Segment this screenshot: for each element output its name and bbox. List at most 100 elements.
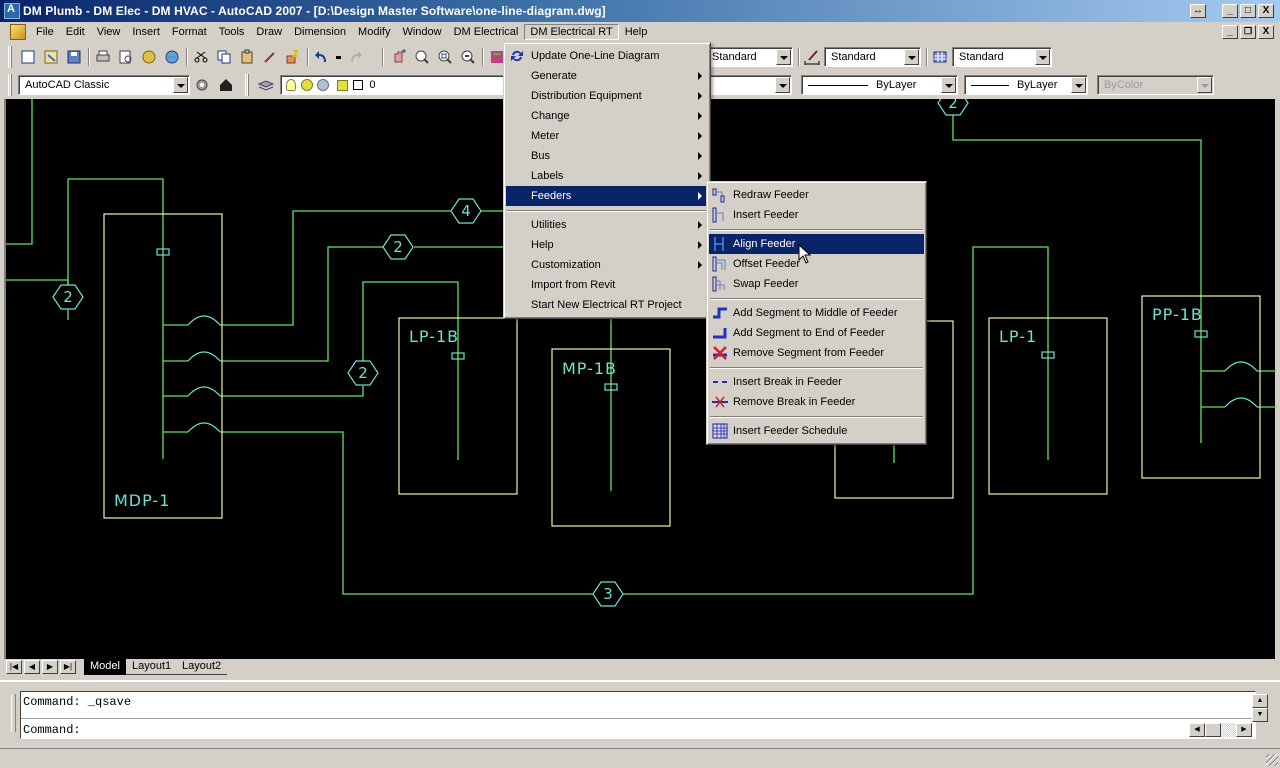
undo-icon[interactable] (313, 48, 331, 66)
menu-tools[interactable]: Tools (213, 24, 251, 40)
menu-help[interactable]: Help (619, 24, 654, 40)
tab-model[interactable]: Model (84, 659, 126, 675)
menu-item-swap-feeder[interactable]: Swap Feeder (709, 274, 924, 294)
table-style-icon[interactable] (931, 48, 949, 66)
chevron-down-icon[interactable] (775, 77, 790, 93)
menu-view[interactable]: View (91, 24, 127, 40)
redo-icon[interactable] (346, 48, 364, 66)
menu-item-change[interactable]: Change (506, 106, 708, 126)
block-editor-icon[interactable] (284, 48, 302, 66)
hscroll-thumb[interactable] (1205, 723, 1221, 737)
layer-on-icon[interactable] (286, 79, 296, 92)
last-tab-button[interactable]: ▶| (60, 660, 76, 674)
maximize-button[interactable]: □ (1240, 4, 1256, 18)
linetype-select[interactable]: ByLayer (801, 75, 958, 95)
plot-style-select[interactable]: ByColor (1097, 75, 1214, 95)
menu-item-customization[interactable]: Customization (506, 255, 708, 275)
menu-item-update-one-line-diagram[interactable]: Update One-Line Diagram (506, 46, 708, 66)
menu-item-bus[interactable]: Bus (506, 146, 708, 166)
scroll-up-button[interactable]: ▲ (1252, 694, 1268, 708)
table-style-select[interactable]: Standard (952, 47, 1052, 67)
menu-dimension[interactable]: Dimension (288, 24, 352, 40)
menu-item-add-segment-end[interactable]: Add Segment to End of Feeder (709, 323, 924, 343)
chevron-down-icon[interactable] (1197, 77, 1212, 93)
scroll-down-button[interactable]: ▼ (1252, 708, 1268, 722)
first-tab-button[interactable]: |◀ (6, 660, 22, 674)
layer-viewport-icon[interactable] (317, 79, 330, 92)
menu-item-remove-segment[interactable]: Remove Segment from Feeder (709, 343, 924, 363)
match-properties-icon[interactable] (261, 48, 279, 66)
publish-icon[interactable] (140, 48, 158, 66)
menu-item-align-feeder[interactable]: Align Feeder (709, 234, 924, 254)
chevron-down-icon[interactable] (1071, 77, 1086, 93)
minimize-button[interactable]: _ (1222, 4, 1238, 18)
plot-preview-icon[interactable] (117, 48, 135, 66)
command-input[interactable]: Command: (23, 723, 81, 737)
chevron-down-icon[interactable] (904, 49, 919, 65)
menu-item-distribution-equipment[interactable]: Distribution Equipment (506, 86, 708, 106)
menu-item-import-from-revit[interactable]: Import from Revit (506, 275, 708, 295)
pan-icon[interactable] (390, 48, 408, 66)
menu-item-remove-break[interactable]: Remove Break in Feeder (709, 392, 924, 412)
menu-item-feeders[interactable]: Feeders (506, 186, 708, 206)
resize-width-button[interactable]: ↔ (1190, 4, 1206, 18)
my-workspace-icon[interactable] (217, 76, 235, 94)
hscroll-track[interactable] (1221, 723, 1237, 737)
next-tab-button[interactable]: ▶ (42, 660, 58, 674)
menu-draw[interactable]: Draw (250, 24, 288, 40)
lineweight-select[interactable]: ByLayer (964, 75, 1088, 95)
command-grip[interactable] (11, 694, 16, 732)
toolbar-grip[interactable] (245, 74, 249, 96)
layer-lock-icon[interactable] (337, 79, 349, 91)
zoom-window-icon[interactable] (436, 48, 454, 66)
dim-style-select[interactable]: Standard (824, 47, 921, 67)
paste-icon[interactable] (238, 48, 256, 66)
menu-window[interactable]: Window (396, 24, 447, 40)
document-icon[interactable] (10, 24, 26, 40)
chevron-down-icon[interactable] (776, 49, 791, 65)
menu-file[interactable]: File (30, 24, 60, 40)
dimension-style-icon[interactable] (803, 48, 821, 66)
text-style-select[interactable]: Standard (705, 47, 793, 67)
tab-layout1[interactable]: Layout1 (126, 659, 178, 675)
doc-minimize-button[interactable]: _ (1222, 25, 1238, 39)
menu-item-offset-feeder[interactable]: Offset Feeder (709, 254, 924, 274)
workspace-select[interactable]: AutoCAD Classic (18, 75, 190, 95)
save-icon[interactable] (65, 48, 83, 66)
menu-modify[interactable]: Modify (352, 24, 396, 40)
menu-item-start-new-electrical-rt-project[interactable]: Start New Electrical RT Project (506, 295, 708, 315)
menu-dm-electrical-rt[interactable]: DM Electrical RT (524, 24, 619, 40)
tab-layout2[interactable]: Layout2 (176, 659, 228, 675)
prev-tab-button[interactable]: ◀ (24, 660, 40, 674)
scroll-right-button[interactable]: ▶ (1236, 723, 1252, 737)
toolbar-grip[interactable] (8, 46, 12, 68)
menu-edit[interactable]: Edit (60, 24, 91, 40)
menu-insert[interactable]: Insert (126, 24, 166, 40)
menu-item-utilities[interactable]: Utilities (506, 215, 708, 235)
doc-restore-button[interactable]: ❐ (1240, 25, 1256, 39)
chevron-down-icon[interactable] (173, 77, 188, 93)
publish-web-icon[interactable] (163, 48, 181, 66)
print-icon[interactable] (94, 48, 112, 66)
new-icon[interactable] (19, 48, 37, 66)
undo-dropdown-icon[interactable] (336, 56, 341, 59)
menu-item-insert-break[interactable]: Insert Break in Feeder (709, 372, 924, 392)
menu-item-generate[interactable]: Generate (506, 66, 708, 86)
resize-grip-icon[interactable] (1266, 754, 1278, 766)
toolbar-grip[interactable] (8, 74, 12, 96)
command-box[interactable]: Command: _qsave Command: (20, 691, 1256, 739)
close-button[interactable]: X (1258, 4, 1274, 18)
copy-icon[interactable] (215, 48, 233, 66)
chevron-down-icon[interactable] (1035, 49, 1050, 65)
menu-item-meter[interactable]: Meter (506, 126, 708, 146)
workspace-settings-icon[interactable] (193, 76, 211, 94)
menu-item-labels[interactable]: Labels (506, 166, 708, 186)
menu-item-help[interactable]: Help (506, 235, 708, 255)
layer-freeze-icon[interactable] (301, 79, 314, 92)
zoom-previous-icon[interactable] (459, 48, 477, 66)
open-icon[interactable] (42, 48, 60, 66)
menu-dm-electrical[interactable]: DM Electrical (448, 24, 525, 40)
menu-item-insert-feeder-schedule[interactable]: Insert Feeder Schedule (709, 421, 924, 441)
cut-icon[interactable] (192, 48, 210, 66)
zoom-realtime-icon[interactable] (413, 48, 431, 66)
